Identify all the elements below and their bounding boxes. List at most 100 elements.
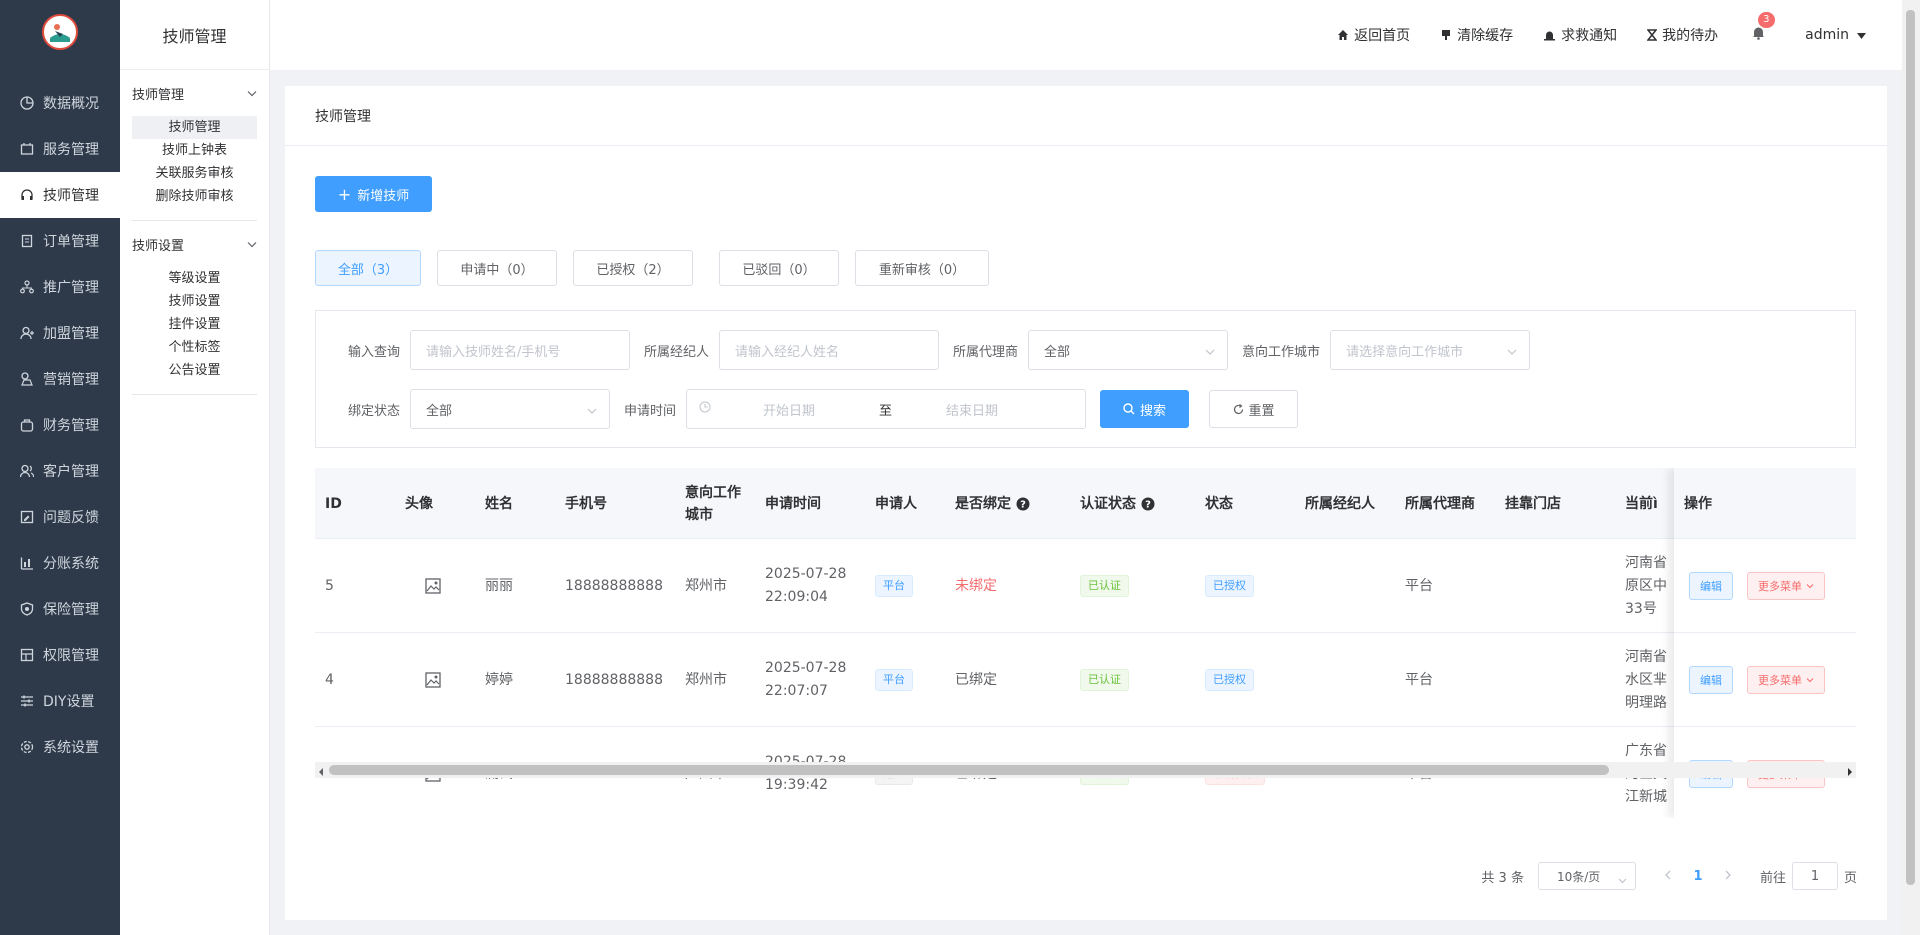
search-icon: [1123, 403, 1135, 415]
date-range-picker[interactable]: 开始日期 至 结束日期: [686, 389, 1087, 429]
nav-item-12[interactable]: 权限管理: [0, 632, 120, 678]
subnav-group: 技师设置 等级设置 技师设置 挂件设置 个性标签 公告设置: [132, 221, 257, 395]
col-phone: 手机号: [565, 495, 607, 512]
nav-item-2[interactable]: 技师管理: [0, 172, 120, 218]
page-scrollbar[interactable]: [1902, 0, 1920, 935]
subnav-item[interactable]: 公告设置: [132, 359, 257, 382]
status-tabs: 全部（3） 申请中（0） 已授权（2） 已驳回（0） 重新审核（0）: [315, 250, 1005, 286]
more-menu-button[interactable]: 更多菜单: [1747, 665, 1825, 694]
table-hscrollbar[interactable]: [315, 762, 1856, 778]
city-select[interactable]: 请选择意向工作城市: [1330, 330, 1531, 370]
address-line: 原区中: [1625, 577, 1667, 594]
avatar-image-icon[interactable]: [425, 539, 441, 633]
clear-cache-link[interactable]: 清除缓存: [1440, 25, 1513, 45]
col-store: 挂靠门店: [1505, 495, 1561, 512]
city-label: 意向工作城市: [1242, 344, 1321, 360]
main-sidebar: 数据概况 服务管理 技师管理 订单管理 推广管理 加盟管理营销管理财务管理 客户管理 问题反馈…: [0, 0, 120, 935]
cell-phone: 18888888888: [565, 577, 663, 594]
home-link[interactable]: 返回首页: [1337, 25, 1410, 45]
avatar-image-icon[interactable]: [425, 633, 441, 727]
caret-down-icon: [1857, 27, 1866, 43]
nav-item-3[interactable]: 订单管理: [0, 218, 120, 264]
service-icon: [20, 142, 34, 156]
subnav-item[interactable]: 技师管理: [132, 116, 257, 139]
nav-item-7[interactable]: 财务管理: [0, 402, 120, 448]
goto-input[interactable]: 1: [1791, 862, 1838, 890]
subnav-item[interactable]: 技师设置: [132, 290, 257, 313]
scroll-left-icon[interactable]: [318, 765, 324, 781]
status-tab-2[interactable]: 已授权（2）: [573, 250, 693, 286]
col-cert: 认证状态?: [1080, 468, 1155, 539]
chevron-down-icon: [1205, 345, 1215, 360]
subnav-item[interactable]: 等级设置: [132, 267, 257, 290]
col-bound-label: 是否绑定: [955, 495, 1011, 512]
scroll-right-icon[interactable]: [1847, 765, 1853, 781]
broker-input[interactable]: 请输入经纪人姓名: [719, 330, 940, 370]
ops-cell: 编辑 更多菜单: [1674, 539, 1856, 633]
next-page-icon[interactable]: [1725, 869, 1732, 884]
chevron-down-icon: [247, 86, 257, 101]
more-label: 更多菜单: [1758, 673, 1802, 687]
todo-link[interactable]: 我的待办: [1647, 25, 1718, 45]
notification-bell[interactable]: 3: [1752, 12, 1775, 44]
status-tab-4[interactable]: 重新审核（0）: [855, 250, 989, 286]
page-scroll-thumb[interactable]: [1906, 10, 1915, 885]
cell-city: 郑州市: [685, 577, 727, 594]
nav-item-9[interactable]: 问题反馈: [0, 494, 120, 540]
nav-item-0[interactable]: 数据概况: [0, 80, 120, 126]
user-menu[interactable]: admin: [1805, 27, 1866, 43]
start-date[interactable]: 开始日期: [763, 400, 843, 419]
top-bar: 返回首页 清除缓存 求救通知 我的待办 3 admin: [270, 0, 1902, 70]
app-logo[interactable]: [42, 14, 78, 50]
cert-tag: 已认证: [1080, 575, 1129, 597]
nav-item-10[interactable]: 分账系统: [0, 540, 120, 586]
table-hscroll-thumb[interactable]: [329, 765, 1609, 775]
more-menu-button[interactable]: 更多菜单: [1747, 571, 1825, 600]
help-icon[interactable]: ?: [1141, 497, 1155, 511]
cell-phone: 18888888888: [565, 671, 663, 688]
cell-applicant: 平台: [875, 633, 913, 727]
hourglass-icon: [1647, 29, 1658, 41]
subnav-item[interactable]: 删除技师审核: [132, 185, 257, 208]
reset-button[interactable]: 重置: [1209, 390, 1299, 428]
search-button[interactable]: 搜索: [1100, 390, 1190, 428]
nav-item-13[interactable]: DIY设置: [0, 678, 120, 724]
status-tag: 已授权: [1205, 669, 1254, 691]
nav-item-1[interactable]: 服务管理: [0, 126, 120, 172]
status-tab-1[interactable]: 申请中（0）: [437, 250, 557, 286]
nav-item-11[interactable]: 保险管理: [0, 586, 120, 632]
bind-select[interactable]: 全部: [410, 389, 611, 429]
subnav-group-header[interactable]: 技师管理: [132, 70, 257, 116]
prev-page-icon[interactable]: [1664, 869, 1671, 884]
nav-item-14[interactable]: 系统设置: [0, 724, 120, 770]
nav-item-8[interactable]: 客户管理: [0, 448, 120, 494]
nav-item-6[interactable]: 营销管理: [0, 356, 120, 402]
nav-item-5[interactable]: 加盟管理: [0, 310, 120, 356]
col-ops: 操作: [1674, 468, 1856, 539]
edit-button[interactable]: 编辑: [1689, 665, 1733, 694]
end-date[interactable]: 结束日期: [946, 400, 998, 419]
cell-time: 2025-07-28 22:07:07: [765, 633, 846, 727]
nav-item-label: 营销管理: [43, 372, 99, 388]
edit-button[interactable]: 编辑: [1689, 571, 1733, 600]
refresh-icon: [1233, 403, 1244, 415]
page-size-select[interactable]: 10条/页: [1537, 862, 1636, 890]
page-number[interactable]: 1: [1683, 869, 1713, 884]
cell-date: 2025-07-28: [765, 566, 847, 582]
plus-icon: +: [337, 184, 352, 204]
subnav-item[interactable]: 个性标签: [132, 336, 257, 359]
nav-item-label: 分账系统: [43, 556, 99, 572]
status-tab-0[interactable]: 全部（3）: [315, 250, 421, 286]
subnav-item[interactable]: 挂件设置: [132, 313, 257, 336]
nav-item-4[interactable]: 推广管理: [0, 264, 120, 310]
subnav-item[interactable]: 技师上钟表: [132, 139, 257, 162]
query-input[interactable]: 请输入技师姓名/手机号: [410, 330, 631, 370]
sos-link[interactable]: 求救通知: [1543, 25, 1617, 45]
add-technician-button[interactable]: + 新增技师: [315, 176, 432, 212]
nav-item-label: 系统设置: [43, 740, 99, 756]
status-tab-3[interactable]: 已驳回（0）: [719, 250, 839, 286]
agent-select[interactable]: 全部: [1028, 330, 1229, 370]
help-icon[interactable]: ?: [1016, 497, 1030, 511]
subnav-item[interactable]: 关联服务审核: [132, 162, 257, 185]
subnav-group-header[interactable]: 技师设置: [132, 221, 257, 267]
